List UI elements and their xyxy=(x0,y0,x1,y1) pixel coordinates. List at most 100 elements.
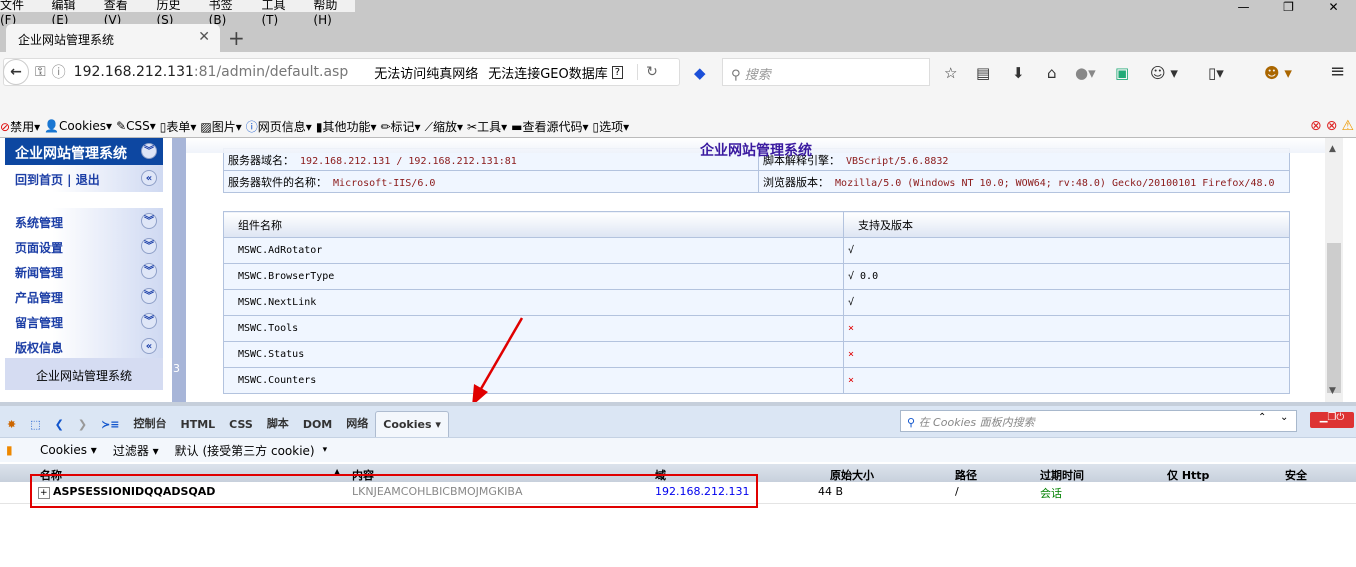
search-next-icon[interactable]: ⌄ xyxy=(1280,412,1288,423)
menu-edit[interactable]: 编辑(E) xyxy=(52,0,92,27)
error-icon[interactable]: ⊗ xyxy=(1310,118,1322,134)
component-row: MSWC.Counters × xyxy=(223,367,1290,394)
warning-icon[interactable]: ⚠ xyxy=(1341,118,1354,134)
filter-menu[interactable]: 过滤器 ▾ xyxy=(113,442,159,459)
column-secure[interactable]: 安全 xyxy=(1285,467,1307,483)
toolbar-info[interactable]: ⓘ网页信息▾ xyxy=(246,118,312,135)
reload-icon[interactable]: ↻ xyxy=(637,64,658,80)
cookies-search-input[interactable]: ⚲ 在 Cookies 面板内搜索 xyxy=(900,410,1297,432)
menu-help[interactable]: 帮助(H) xyxy=(313,0,355,27)
restore-icon[interactable]: ❐ xyxy=(1266,0,1311,14)
menu-bookmarks[interactable]: 书签(B) xyxy=(209,0,250,27)
search-icon: ⚲ xyxy=(907,416,919,429)
search-input[interactable]: ⚲ 搜索 xyxy=(722,58,930,86)
info-value: Mozilla/5.0 (Windows NT 10.0; WOW64; rv:… xyxy=(835,177,1275,189)
browser-tab[interactable]: 企业网站管理系统 ✕ xyxy=(6,24,220,52)
toolbar-css[interactable]: ✎CSS▾ xyxy=(116,119,156,133)
column-size[interactable]: 原始大小 xyxy=(830,467,874,483)
toolbar-resize[interactable]: ⟋缩放▾ xyxy=(425,118,463,135)
addon-icon[interactable]: ◆ xyxy=(694,64,706,82)
scroll-down-icon[interactable]: ▼ xyxy=(1329,386,1336,396)
info-icon[interactable]: ⓘ xyxy=(52,62,66,82)
cookie-path: / xyxy=(955,485,959,498)
sidebar-header: 企业网站管理系统 ︾ xyxy=(5,138,163,165)
inspect-icon[interactable]: ⬚ xyxy=(23,412,47,437)
back-icon[interactable]: ← xyxy=(3,59,29,85)
page-scrollbar[interactable]: ▲ ▼ xyxy=(1325,138,1343,402)
toolbar-disable[interactable]: ⊘禁用▾ xyxy=(0,118,40,135)
home-icon[interactable]: ⌂ xyxy=(1047,64,1057,82)
sidebar-item-pages[interactable]: 页面设置 ︾ xyxy=(5,233,163,258)
toolbar-misc[interactable]: ▮其他功能▾ xyxy=(316,118,377,135)
sidebar-item-news[interactable]: 新闻管理 ︾ xyxy=(5,258,163,283)
cookie-icon[interactable]: ☺ ▾ xyxy=(1150,64,1178,82)
tab-script[interactable]: 脚本 xyxy=(260,409,296,437)
sidebar-item-products[interactable]: 产品管理 ︾ xyxy=(5,283,163,308)
error-icon-2[interactable]: ⊗ xyxy=(1326,118,1338,134)
globe-icon[interactable]: ●▾ xyxy=(1075,64,1096,82)
annotation-highlight-box xyxy=(30,474,758,508)
chevron-left-icon[interactable]: « xyxy=(141,170,157,186)
responsive-icon[interactable]: ▯▾ xyxy=(1208,64,1224,82)
chevron-down-icon[interactable]: ︾ xyxy=(141,238,157,254)
chevron-down-icon[interactable]: ︾ xyxy=(141,313,157,329)
toolbar-view-source[interactable]: ▬查看源代码▾ xyxy=(511,118,588,135)
url-bar[interactable]: ← ⚿ ⓘ 192.168.212.131:81/admin/default.a… xyxy=(3,58,680,86)
cookies-menu[interactable]: Cookies ▾ xyxy=(40,443,97,457)
chevron-down-icon[interactable]: ︾ xyxy=(141,143,157,159)
sidebar-item-copyright[interactable]: 版权信息 « xyxy=(5,333,163,358)
ie-tab-icon[interactable]: ▣ xyxy=(1115,64,1129,82)
menu-tools[interactable]: 工具(T) xyxy=(261,0,301,27)
tab-html[interactable]: HTML xyxy=(174,412,223,437)
toolbar-images[interactable]: ▨图片▾ xyxy=(200,118,241,135)
toolbar-forms[interactable]: ▯表单▾ xyxy=(160,118,197,135)
frame-separator[interactable]: 3 xyxy=(172,138,186,402)
column-httponly[interactable]: 仅 Http xyxy=(1167,467,1209,483)
toolbar-options[interactable]: ▯选项▾ xyxy=(592,118,629,135)
menu-view[interactable]: 查看(V) xyxy=(104,0,145,27)
column-path[interactable]: 路径 xyxy=(955,467,977,483)
firebug-window-controls[interactable]: ▁❐⏻ xyxy=(1310,412,1354,428)
menu-file[interactable]: 文件(F) xyxy=(0,0,40,27)
hamburger-menu-icon[interactable]: ≡ xyxy=(1330,61,1345,82)
tab-net[interactable]: 网络 xyxy=(339,409,375,437)
policy-dropdown-icon[interactable]: ▾ xyxy=(323,445,328,455)
close-window-icon[interactable]: ✕ xyxy=(1311,0,1356,14)
monkey-icon[interactable]: ☻ ▾ xyxy=(1264,64,1292,82)
sidebar-item-label: 版权信息 xyxy=(15,341,64,355)
toolbar-cookies[interactable]: 👤Cookies▾ xyxy=(44,119,112,133)
new-tab-button[interactable]: + xyxy=(228,26,245,50)
tab-css[interactable]: CSS xyxy=(222,412,260,437)
tab-cookies[interactable]: Cookies ▾ xyxy=(375,411,449,437)
search-prev-icon[interactable]: ⌃ xyxy=(1258,412,1266,423)
download-icon[interactable]: ⬇ xyxy=(1012,64,1025,82)
command-line-icon[interactable]: ≻≡ xyxy=(94,412,126,437)
default-policy-menu[interactable]: 默认 (接受第三方 cookie) xyxy=(175,442,315,459)
back-arrow-icon[interactable]: ❮ xyxy=(48,412,71,437)
home-logout-link[interactable]: 回到首页 | 退出 xyxy=(15,173,100,187)
home-logout-row[interactable]: 回到首页 | 退出 « xyxy=(5,165,163,192)
reading-list-icon[interactable]: ▤ xyxy=(976,64,990,82)
chevron-down-icon[interactable]: ︾ xyxy=(141,263,157,279)
scrollbar-thumb[interactable] xyxy=(1327,243,1341,393)
disable-icon: ⊘ xyxy=(0,119,11,134)
minimize-icon[interactable]: — xyxy=(1221,0,1266,14)
toolbar-tools[interactable]: ✂工具▾ xyxy=(467,118,507,135)
bookmark-star-icon[interactable]: ☆ xyxy=(944,64,957,82)
tab-console[interactable]: 控制台 xyxy=(127,409,174,437)
forward-arrow-icon[interactable]: ❯ xyxy=(71,412,94,437)
sidebar-item-messages[interactable]: 留言管理 ︾ xyxy=(5,308,163,333)
chevron-left-icon[interactable]: « xyxy=(141,338,157,354)
cookie-jar-icon[interactable]: ▮ xyxy=(6,443,13,457)
sidebar-item-system[interactable]: 系统管理 ︾ xyxy=(5,208,163,233)
scroll-up-icon[interactable]: ▲ xyxy=(1329,144,1336,154)
help-icon[interactable]: ? xyxy=(611,65,624,79)
close-tab-icon[interactable]: ✕ xyxy=(198,29,210,45)
toolbar-outline[interactable]: ✏标记▾ xyxy=(380,118,420,135)
firebug-icon[interactable]: ✸ xyxy=(0,412,23,437)
chevron-down-icon[interactable]: ︾ xyxy=(141,288,157,304)
column-expires[interactable]: 过期时间 xyxy=(1040,467,1084,483)
chevron-down-icon[interactable]: ︾ xyxy=(141,213,157,229)
tab-dom[interactable]: DOM xyxy=(296,412,339,437)
menu-history[interactable]: 历史(S) xyxy=(156,0,196,27)
